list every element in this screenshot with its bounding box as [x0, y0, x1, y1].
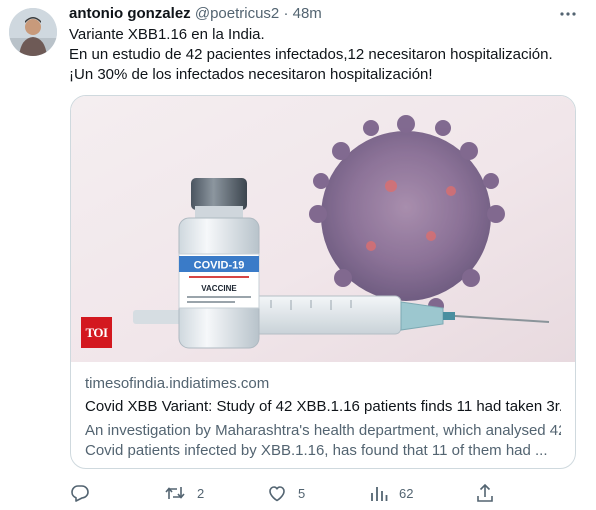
like-icon [269, 486, 285, 502]
retweet-icon [165, 487, 185, 499]
vial-sublabel: VACCINE [201, 284, 237, 293]
tweet-actions: 2 5 62 [70, 482, 510, 504]
reply-button[interactable] [70, 482, 101, 504]
card-image[interactable]: COVID-19 VACCINE TOI [71, 96, 575, 362]
retweet-count: 2 [197, 485, 205, 501]
like-button[interactable]: 5 [267, 482, 305, 504]
views-count: 62 [399, 485, 414, 501]
tweet-text: Variante XBB1.16 en la India. En un estu… [69, 25, 584, 85]
views-icon [371, 487, 388, 501]
share-icon [477, 483, 493, 502]
views-button[interactable]: 62 [370, 482, 413, 504]
more-icon [560, 12, 576, 16]
more-options-button[interactable] [556, 2, 580, 26]
card-description-line: An investigation by Maharashtra's health… [85, 422, 561, 439]
share-button[interactable] [476, 482, 494, 504]
toi-logo: TOI [81, 317, 112, 348]
author-name[interactable]: antonio gonzalez [69, 5, 191, 22]
card-body: timesofindia.indiatimes.com Covid XBB Va… [71, 362, 575, 461]
author-handle[interactable]: @poetricus2 [195, 5, 279, 22]
vial-label: COVID-19 [194, 260, 245, 272]
separator-dot: · [283, 5, 289, 22]
tweet-text-line: Variante XBB1.16 en la India. [69, 26, 265, 43]
card-title[interactable]: Covid XBB Variant: Study of 42 XBB.1.16 … [85, 397, 561, 417]
tweet-text-line: En un estudio de 42 pacientes infectados… [69, 46, 553, 63]
tweet-header: antonio gonzalez @poetricus2 · 48m [69, 4, 322, 24]
card-description-line: Covid patients infected by XBB.1.16, has… [85, 442, 548, 459]
like-count: 5 [298, 485, 306, 501]
retweet-button[interactable]: 2 [164, 482, 204, 504]
author-avatar[interactable] [9, 8, 57, 56]
card-domain: timesofindia.indiatimes.com [85, 375, 270, 392]
tweet[interactable]: antonio gonzalez @poetricus2 · 48m Varia… [0, 0, 596, 510]
tweet-text-line: ¡Un 30% de los infectados necesitaron ho… [69, 66, 433, 83]
link-card[interactable]: COVID-19 VACCINE TOI timesofindia.indiat… [70, 95, 576, 469]
tweet-time[interactable]: 48m [293, 5, 322, 22]
card-description: An investigation by Maharashtra's health… [85, 421, 561, 461]
reply-icon [71, 485, 89, 502]
